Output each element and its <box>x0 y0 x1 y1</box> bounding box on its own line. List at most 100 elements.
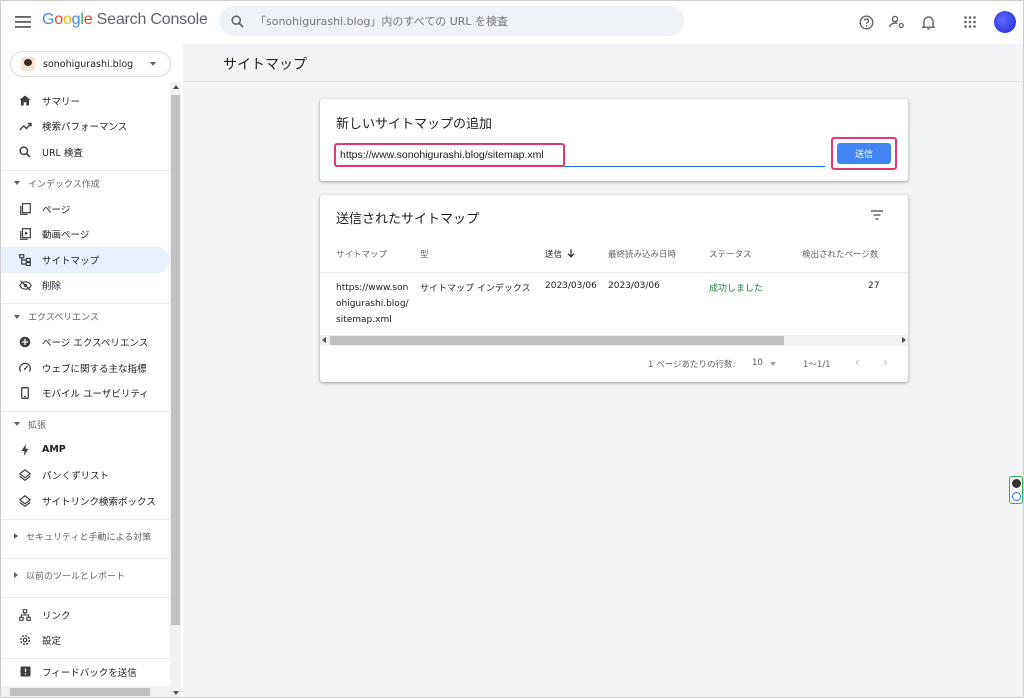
section-enhancements[interactable]: 拡張 <box>0 410 170 437</box>
sidebar-item-video-pages[interactable]: 動画ページ <box>0 221 170 247</box>
caret-right-icon <box>14 572 18 579</box>
table-divider <box>320 272 908 273</box>
sidebar-item-links[interactable]: リンク <box>0 602 170 628</box>
sidebar-item-mobile-usability[interactable]: モバイル ユーザビリティ <box>0 380 170 406</box>
sidebar-nav: サマリー 検索パフォーマンス URL 検査 インデックス作成 ページ 動画ページ… <box>0 88 170 681</box>
divider <box>0 596 170 602</box>
url-line: ohigurashi.blog/ <box>336 299 409 309</box>
scroll-down-arrow-icon[interactable] <box>173 691 179 695</box>
property-selector[interactable]: sonohigurashi.blog <box>10 51 171 77</box>
column-header-status[interactable]: ステータス <box>709 248 752 260</box>
property-favicon-icon <box>21 57 35 71</box>
type-cell: サイトマップ インデックス <box>420 284 531 294</box>
sidebar-item-core-web-vitals[interactable]: ウェブに関する主な指標 <box>0 355 170 381</box>
last-read-cell: 2023/03/06 <box>608 281 660 291</box>
sidebar-scrollbar[interactable] <box>170 82 181 698</box>
sidebar-item-label: 削除 <box>42 281 62 293</box>
filter-icon[interactable] <box>870 209 884 221</box>
pages-icon <box>19 202 31 215</box>
links-icon <box>19 608 31 621</box>
help-button[interactable] <box>852 8 880 36</box>
sidebar-item-label: URL 検査 <box>42 147 83 159</box>
main-menu-button[interactable] <box>12 11 34 33</box>
plus-circle-icon <box>19 336 31 348</box>
sidebar-item-performance[interactable]: 検索パフォーマンス <box>0 114 170 140</box>
column-header-last-read[interactable]: 最終読み込み日時 <box>608 248 676 260</box>
main-content: サイトマップ 新しいサイトマップの追加 https://www.sonohigu… <box>183 44 1024 698</box>
scrollbar-thumb[interactable] <box>171 95 180 625</box>
sidebar-item-breadcrumbs[interactable]: パンくずリスト <box>0 463 170 489</box>
account-avatar[interactable] <box>994 11 1016 33</box>
sidebar-item-label: リンク <box>42 610 71 622</box>
column-header-sitemap[interactable]: サイトマップ <box>336 248 387 260</box>
sidebar-item-summary[interactable]: サマリー <box>0 88 170 114</box>
browser-extension-widget[interactable] <box>1009 476 1023 504</box>
sitemap-icon <box>19 253 31 266</box>
sidebar-item-url-inspection[interactable]: URL 検査 <box>0 139 170 165</box>
sidebar-item-settings[interactable]: 設定 <box>0 627 170 653</box>
sidebar-item-feedback[interactable]: フィードバックを送信 <box>0 663 170 681</box>
help-icon <box>858 14 874 30</box>
close-icon[interactable] <box>1012 479 1021 488</box>
scroll-right-arrow-icon[interactable] <box>902 337 906 343</box>
sidebar-item-sitelinks-searchbox[interactable]: サイトリンク検索ボックス <box>0 488 170 514</box>
scroll-left-arrow-icon[interactable] <box>322 337 326 343</box>
column-header-submitted[interactable]: 送信 <box>545 248 575 260</box>
rows-per-page-select[interactable]: 10 <box>752 358 763 368</box>
google-wordmark: Google <box>42 11 93 28</box>
apps-button[interactable] <box>956 8 984 36</box>
scroll-up-arrow-icon[interactable] <box>173 85 179 89</box>
sidebar-item-label: ウェブに関する主な指標 <box>42 363 147 375</box>
section-experience[interactable]: エクスペリエンス <box>0 303 170 329</box>
sidebar-item-label: ページ <box>42 204 71 216</box>
bell-icon <box>921 15 935 30</box>
rows-per-page-label: 1 ページあたりの行数: <box>648 360 736 370</box>
sidebar-horizontal-scrollbar[interactable] <box>0 686 170 698</box>
caret-down-icon <box>14 422 20 427</box>
caret-right-icon <box>14 533 18 540</box>
settings-icon <box>19 635 31 646</box>
search-console-logo[interactable]: Google Search Console <box>42 11 208 29</box>
next-page-button[interactable]: › <box>883 355 888 369</box>
product-name: Search Console <box>96 11 208 28</box>
caret-down-icon <box>14 314 20 319</box>
dropdown-arrow-icon[interactable] <box>770 362 776 366</box>
section-label: 以前のツールとレポート <box>26 571 126 582</box>
submitted-sitemaps-card: 送信されたサイトマップ サイトマップ 型 送信 最終読み込み日時 ステータス 検… <box>320 195 908 382</box>
submit-annotation-box: 送信 <box>831 137 897 170</box>
section-security[interactable]: セキュリティと手動による対策 <box>0 518 170 553</box>
sidebar-item-page-experience[interactable]: ページ エクスペリエンス <box>0 329 170 355</box>
section-label: インデックス作成 <box>28 179 100 190</box>
section-index[interactable]: インデックス作成 <box>0 169 170 196</box>
chevron-down-icon <box>150 62 156 66</box>
submit-button[interactable]: 送信 <box>837 143 891 164</box>
section-label: エクスペリエンス <box>28 313 99 324</box>
table-horizontal-scrollbar[interactable] <box>320 335 908 346</box>
visibility-off-icon <box>18 280 32 291</box>
property-name: sonohigurashi.blog <box>43 58 134 70</box>
table-pagination: 1 ページあたりの行数: 10 1〜1/1 ‹ › <box>320 355 908 373</box>
arrow-down-icon <box>567 249 575 258</box>
sidebar-item-sitemaps[interactable]: サイトマップ <box>0 246 170 273</box>
sidebar: sonohigurashi.blog サマリー 検索パフォーマンス URL 検査… <box>0 44 183 698</box>
url-inspection-search[interactable] <box>219 6 684 36</box>
top-actions <box>849 8 1016 36</box>
search-input[interactable] <box>255 14 655 28</box>
sidebar-item-removals[interactable]: 削除 <box>0 273 170 299</box>
hamburger-menu-icon <box>15 16 31 28</box>
column-header-type[interactable]: 型 <box>420 248 429 260</box>
sidebar-item-amp[interactable]: AMP <box>0 437 170 463</box>
scrollbar-thumb[interactable] <box>10 688 150 696</box>
scrollbar-thumb[interactable] <box>330 336 784 345</box>
previous-page-button[interactable]: ‹ <box>855 355 860 369</box>
sidebar-item-label: 設定 <box>42 636 62 648</box>
section-legacy-tools[interactable]: 以前のツールとレポート <box>0 557 170 592</box>
sitemap-url-cell[interactable]: https://www.son ohigurashi.blog/ sitemap… <box>336 280 409 328</box>
sidebar-item-label: サイトリンク検索ボックス <box>42 496 156 508</box>
column-header-pages[interactable]: 検出されたページ数 <box>802 248 878 260</box>
notifications-button[interactable] <box>914 8 942 36</box>
sidebar-item-label: 検索パフォーマンス <box>42 122 128 134</box>
extension-icon[interactable] <box>1012 492 1021 501</box>
manage-users-button[interactable] <box>883 8 911 36</box>
sidebar-item-pages[interactable]: ページ <box>0 196 170 222</box>
